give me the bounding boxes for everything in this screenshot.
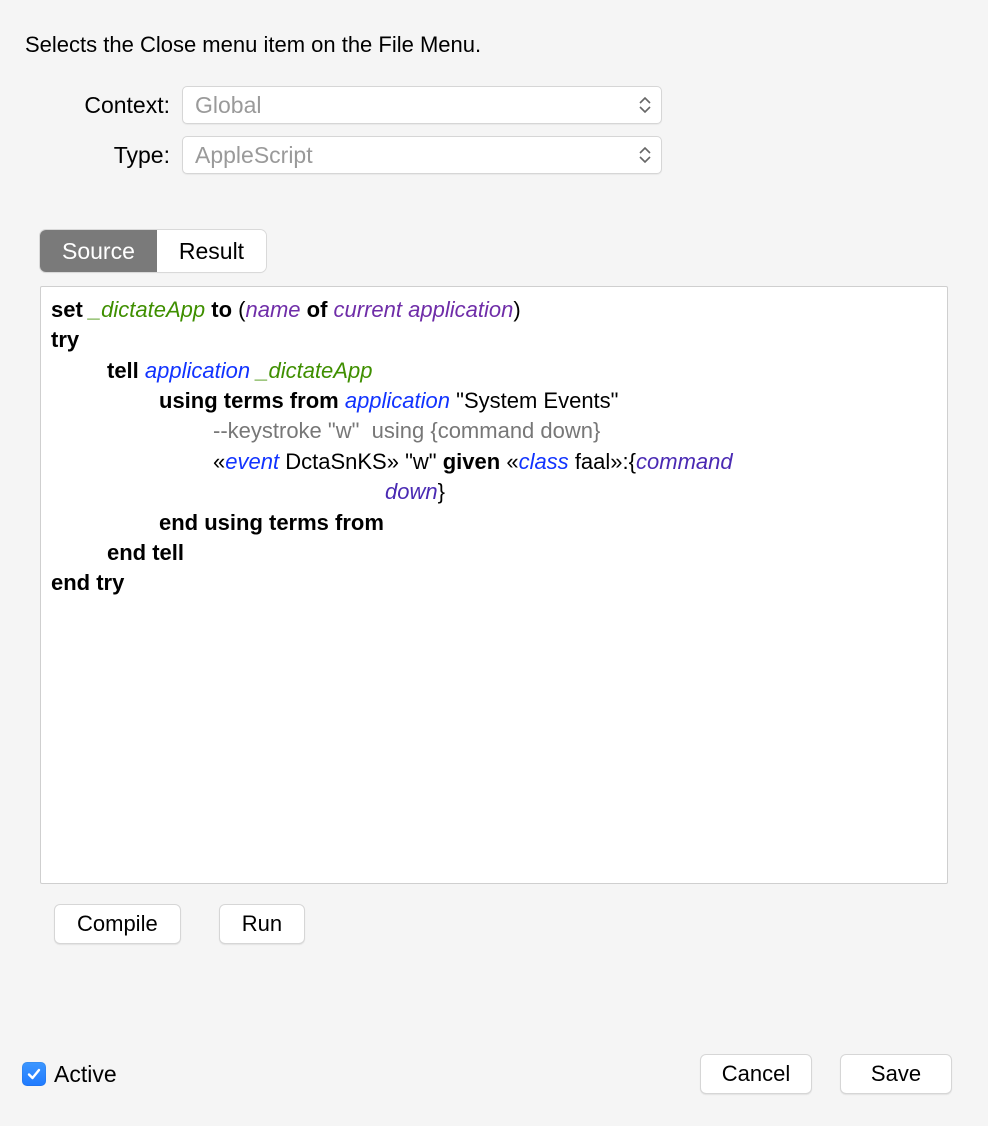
kw-tell: tell <box>107 358 139 383</box>
kw-using-terms-from: using terms from <box>159 388 339 413</box>
active-checkbox-group[interactable]: Active <box>22 1061 117 1088</box>
command-down-wrap: down <box>385 479 438 504</box>
checkmark-icon <box>22 1062 46 1086</box>
kw-application: application <box>145 358 250 383</box>
raw-class-code: faal <box>575 449 610 474</box>
type-row: Type: AppleScript <box>20 136 968 174</box>
script-editor[interactable]: set _dictateApp to (name of current appl… <box>40 286 948 884</box>
context-label: Context: <box>20 92 182 119</box>
raw-event-code: DctaSnKS <box>285 449 387 474</box>
tab-result[interactable]: Result <box>157 230 266 272</box>
kw-end-try: end try <box>51 570 124 595</box>
guillemet-open-2: « <box>506 449 518 474</box>
save-button[interactable]: Save <box>840 1054 952 1094</box>
kw-end-tell: end tell <box>107 540 184 565</box>
comment-line: --keystroke "w" using {command down} <box>213 418 600 443</box>
command-down: command <box>636 449 733 474</box>
kw-class: class <box>519 449 569 474</box>
kw-of: of <box>307 297 328 322</box>
context-value: Global <box>195 92 261 119</box>
type-label: Type: <box>20 142 182 169</box>
current-application: current application <box>334 297 514 322</box>
tab-bar: Source Result <box>40 230 968 272</box>
tab-source[interactable]: Source <box>40 230 157 272</box>
context-row: Context: Global <box>20 86 968 124</box>
guillemet-open: « <box>213 449 225 474</box>
kw-given: given <box>443 449 500 474</box>
active-label: Active <box>54 1061 117 1088</box>
stepper-icon <box>639 147 651 163</box>
colon-brace: :{ <box>623 449 636 474</box>
kw-try: try <box>51 327 79 352</box>
kw-to: to <box>211 297 232 322</box>
footer-bar: Active Cancel Save <box>22 1054 952 1094</box>
compile-button[interactable]: Compile <box>54 904 181 944</box>
context-select[interactable]: Global <box>182 86 662 124</box>
run-button[interactable]: Run <box>219 904 305 944</box>
brace-close: } <box>438 479 445 504</box>
kw-event: event <box>225 449 279 474</box>
script-action-buttons: Compile Run <box>54 904 948 944</box>
guillemet-close-2: » <box>610 449 622 474</box>
str-system-events: "System Events" <box>456 388 618 413</box>
kw-set: set <box>51 297 83 322</box>
kw-end-using: end using terms from <box>159 510 384 535</box>
kw-application-2: application <box>345 388 450 413</box>
kw-name: name <box>245 297 300 322</box>
type-select[interactable]: AppleScript <box>182 136 662 174</box>
stepper-icon <box>639 97 651 113</box>
cancel-button[interactable]: Cancel <box>700 1054 812 1094</box>
var-dictateapp-2: _dictateApp <box>256 358 372 383</box>
type-value: AppleScript <box>195 142 313 169</box>
str-w: "w" <box>405 449 437 474</box>
form-area: Context: Global Type: AppleScript <box>20 86 968 174</box>
description-text: Selects the Close menu item on the File … <box>20 32 968 58</box>
guillemet-close: » <box>387 449 399 474</box>
var-dictateapp: _dictateApp <box>89 297 205 322</box>
